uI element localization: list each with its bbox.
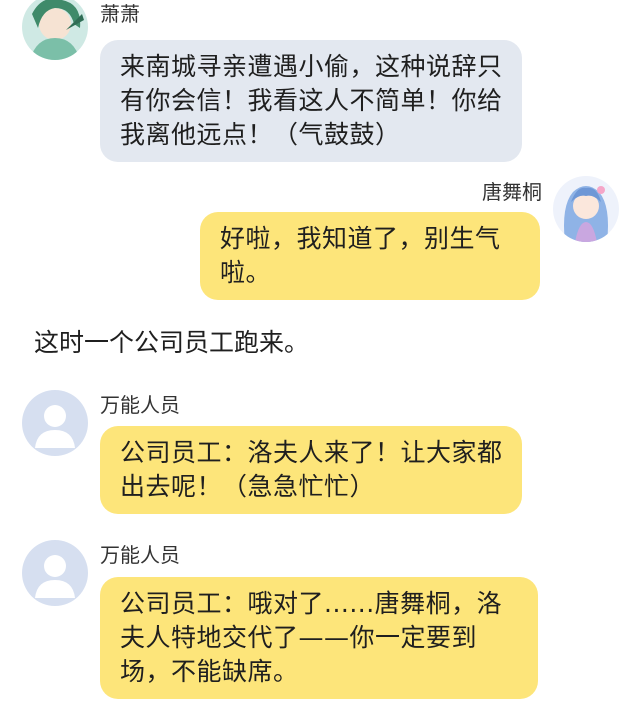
sender-name: 萧萧	[100, 2, 140, 26]
avatar-tangwutong[interactable]	[553, 176, 619, 242]
avatar-xiaoxiao[interactable]	[22, 0, 88, 60]
message-bubble: 公司员工：洛夫人来了！让大家都出去呢！（急急忙忙）	[100, 426, 522, 514]
sender-name: 万能人员	[100, 393, 180, 417]
anime-girl-avatar-icon	[22, 0, 88, 60]
sender-name: 唐舞桐	[482, 180, 542, 204]
message-bubble: 好啦，我知道了，别生气啦。	[200, 212, 540, 300]
sender-name: 万能人员	[100, 543, 180, 567]
narration-text: 这时一个公司员工跑来。	[34, 328, 310, 357]
avatar-default-user[interactable]	[22, 540, 88, 606]
default-user-avatar-icon	[22, 390, 88, 456]
avatar-default-user[interactable]	[22, 390, 88, 456]
message-bubble: 公司员工：哦对了......唐舞桐，洛夫人特地交代了——你一定要到场，不能缺席。	[100, 577, 538, 699]
default-user-avatar-icon	[22, 540, 88, 606]
anime-girl-blue-hair-avatar-icon	[553, 176, 619, 242]
message-bubble: 来南城寻亲遭遇小偷，这种说辞只有你会信！我看这人不简单！你给我离他远点！（气鼓鼓…	[100, 40, 522, 162]
